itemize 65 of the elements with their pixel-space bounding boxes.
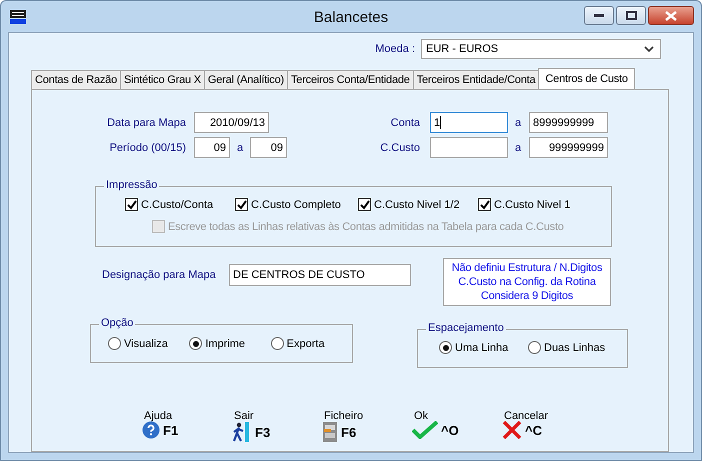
radio-label[interactable]: Exporta (286, 338, 325, 350)
checkbox[interactable] (125, 198, 138, 211)
maximize-button[interactable] (616, 6, 646, 25)
exit-button[interactable]: Sair F3 (232, 410, 322, 443)
field-label: Designação para Mapa (102, 269, 217, 281)
designation-field[interactable]: DE CENTROS DE CUSTO (229, 264, 411, 286)
cost-center-to-field[interactable]: 999999999 (529, 137, 608, 158)
group-title: Opção (99, 317, 136, 329)
cost-center-from-field[interactable] (430, 137, 508, 158)
range-separator: a (514, 142, 522, 154)
range-separator: a (514, 116, 522, 128)
tab[interactable]: Contas de Razão (31, 70, 121, 89)
account-to-field[interactable]: 8999999999 (529, 112, 608, 133)
tab[interactable]: Sintético Grau X (120, 70, 205, 89)
range-separator: a (236, 142, 244, 154)
checkbox-label[interactable]: C.Custo Completo (251, 198, 341, 210)
help-button[interactable]: Ajuda F1 (142, 410, 232, 443)
close-button[interactable] (648, 6, 694, 25)
checkbox[interactable] (478, 198, 491, 211)
date-field[interactable]: 2010/09/13 (194, 112, 269, 133)
window-title: Balancetes (314, 9, 388, 26)
radio-button[interactable] (528, 341, 541, 354)
currency-dropdown[interactable]: EUR - EUROS (421, 39, 661, 59)
period-to-field[interactable]: 09 (250, 137, 287, 158)
tab[interactable]: Terceiros Entidade/Conta (412, 70, 540, 89)
radio-label[interactable]: Visualiza (124, 338, 168, 350)
filing-cabinet-icon (322, 421, 338, 443)
field-label: Conta (390, 116, 421, 128)
field-label: Data para Mapa (106, 116, 187, 128)
maximize-icon (626, 11, 636, 20)
tab[interactable]: Geral (Analítico) (204, 70, 288, 89)
checkbox-label[interactable]: C.Custo/Conta (141, 198, 214, 210)
chevron-down-icon (642, 44, 656, 54)
file-button[interactable]: Ficheiro F6 (322, 410, 412, 443)
field-label: Período (00/15) (108, 142, 187, 154)
radio-label[interactable]: Imprime (205, 338, 246, 350)
person-leaving-icon (232, 421, 252, 443)
minimize-button[interactable] (584, 6, 614, 25)
group-title: Espacejamento (426, 322, 506, 334)
checkbox[interactable] (235, 198, 248, 211)
checkmark-icon (412, 421, 438, 439)
help-icon (142, 421, 160, 439)
ok-button[interactable]: Ok ^O (412, 410, 502, 443)
close-icon (665, 10, 677, 20)
account-from-field[interactable]: 1 (430, 112, 508, 133)
radio-button[interactable] (270, 337, 284, 350)
field-label: C.Custo (379, 142, 421, 154)
radio-label[interactable]: Duas Linhas (544, 342, 606, 354)
tab[interactable]: Terceiros Conta/Entidade (286, 70, 414, 89)
radio-button[interactable] (189, 337, 202, 350)
cancel-button[interactable]: Cancelar ^C (502, 410, 592, 443)
cross-icon (502, 421, 522, 439)
checkbox-label[interactable]: C.Custo Nivel 1 (494, 198, 570, 210)
radio-label[interactable]: Uma Linha (455, 342, 508, 354)
period-from-field[interactable]: 09 (194, 137, 230, 158)
group-title: Impressão (104, 179, 160, 191)
radio-button[interactable] (108, 337, 121, 350)
checkbox-label[interactable]: C.Custo Nivel 1/2 (374, 198, 460, 210)
tab[interactable]: Centros de Custo (538, 68, 635, 90)
checkbox[interactable] (358, 198, 371, 211)
app-icon (10, 10, 26, 24)
currency-label: Moeda : (375, 43, 415, 55)
notice-box: Não definiu Estrutura / N.Digitos C.Custo na Config. da Rotina Considera 9 Digitos (443, 258, 611, 306)
radio-button[interactable] (439, 341, 452, 354)
minimize-icon (594, 14, 604, 18)
